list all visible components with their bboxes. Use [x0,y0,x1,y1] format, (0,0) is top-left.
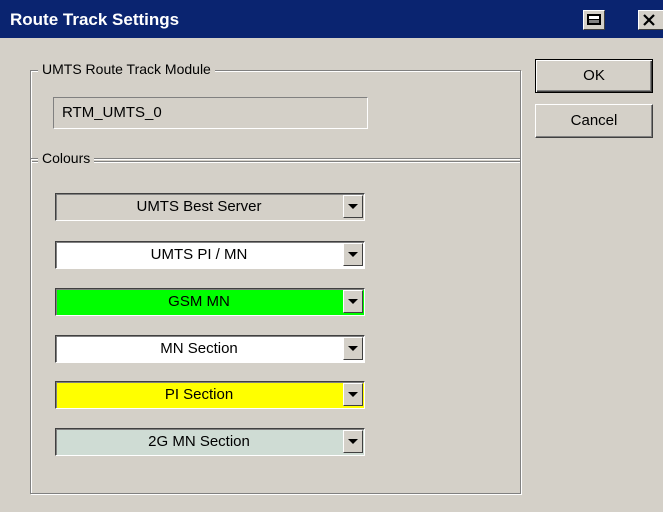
title-bar[interactable]: Route Track Settings [0,0,663,38]
combo-value: UMTS PI / MN [150,246,248,263]
route-track-settings-dialog: Route Track Settings OK Cancel UMTS Rout… [0,0,663,512]
colour-select-2g-mn-section[interactable]: 2G MN Section [55,428,365,456]
combo-value: UMTS Best Server [136,198,262,215]
dropdown-arrow-icon[interactable] [343,383,363,406]
dropdown-arrow-icon[interactable] [343,290,363,313]
dropdown-arrow-icon[interactable] [343,430,363,453]
colour-select-umts-pi-mn[interactable]: UMTS PI / MN [55,241,365,269]
dropdown-arrow-icon[interactable] [343,195,363,218]
colour-select-mn-section[interactable]: MN Section [55,335,365,363]
colours-group-legend: Colours [38,150,95,166]
colour-select-umts-best-server[interactable]: UMTS Best Server [55,193,365,221]
close-button[interactable] [638,10,663,30]
help-button[interactable] [583,10,605,30]
dropdown-arrow-icon[interactable] [343,243,363,266]
colour-select-gsm-mn[interactable]: GSM MN [55,288,365,316]
colour-select-pi-section[interactable]: PI Section [55,381,365,409]
route-track-module-field: RTM_UMTS_0 [53,97,368,129]
combo-value: GSM MN [168,293,230,310]
cancel-button[interactable]: Cancel [535,104,653,138]
dropdown-arrow-icon[interactable] [343,337,363,360]
combo-value: PI Section [164,386,234,403]
window-title: Route Track Settings [10,10,180,29]
ok-button[interactable]: OK [535,59,653,93]
combo-value: MN Section [160,340,238,357]
combo-value: 2G MN Section [148,433,250,450]
module-group-legend: UMTS Route Track Module [38,61,215,77]
